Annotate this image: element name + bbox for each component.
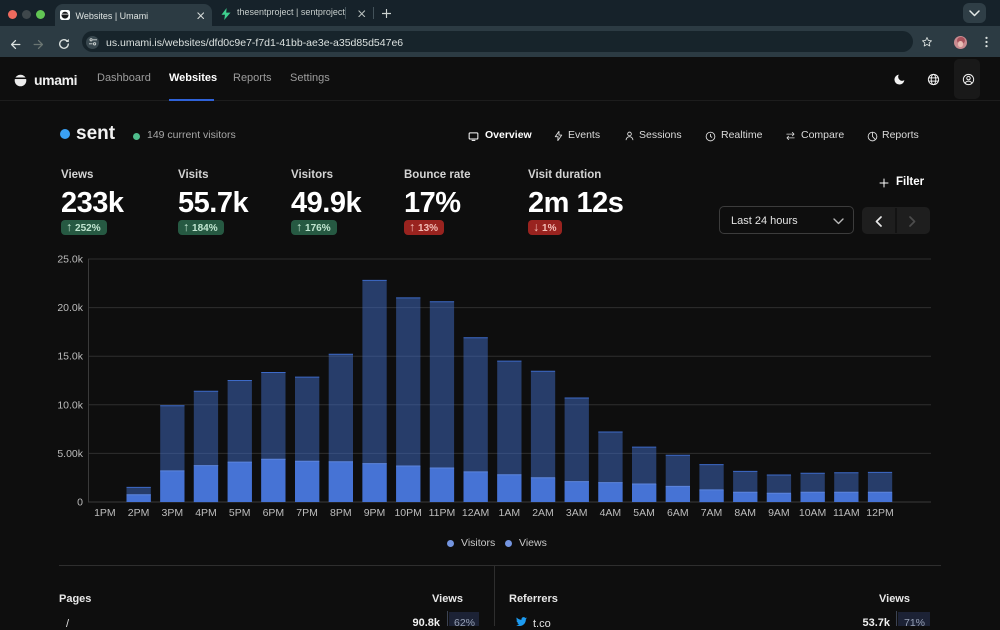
svg-text:11PM: 11PM [429, 507, 456, 519]
svg-text:8AM: 8AM [734, 507, 756, 519]
svg-text:10PM: 10PM [394, 507, 421, 519]
svg-text:12PM: 12PM [866, 507, 893, 519]
svg-text:2PM: 2PM [128, 507, 150, 519]
svg-text:5PM: 5PM [229, 507, 251, 519]
svg-text:8PM: 8PM [330, 507, 352, 519]
svg-text:4AM: 4AM [600, 507, 622, 519]
svg-text:6AM: 6AM [667, 507, 689, 519]
svg-text:11AM: 11AM [833, 507, 860, 519]
svg-text:2AM: 2AM [532, 507, 554, 519]
svg-text:25.0k: 25.0k [57, 254, 83, 266]
svg-text:0: 0 [77, 497, 83, 509]
svg-text:10.0k: 10.0k [57, 399, 83, 411]
svg-text:9PM: 9PM [364, 507, 386, 519]
svg-text:1AM: 1AM [499, 507, 521, 519]
svg-text:4PM: 4PM [195, 507, 217, 519]
svg-text:6PM: 6PM [263, 507, 285, 519]
svg-text:5AM: 5AM [633, 507, 655, 519]
svg-text:5.00k: 5.00k [57, 448, 83, 460]
svg-text:7AM: 7AM [701, 507, 723, 519]
svg-text:12AM: 12AM [462, 507, 489, 519]
svg-text:9AM: 9AM [768, 507, 790, 519]
svg-text:7PM: 7PM [296, 507, 318, 519]
svg-text:1PM: 1PM [94, 507, 116, 519]
svg-text:3PM: 3PM [162, 507, 184, 519]
svg-text:15.0k: 15.0k [57, 351, 83, 363]
svg-text:20.0k: 20.0k [57, 302, 83, 314]
svg-text:10AM: 10AM [799, 507, 826, 519]
svg-text:3AM: 3AM [566, 507, 588, 519]
